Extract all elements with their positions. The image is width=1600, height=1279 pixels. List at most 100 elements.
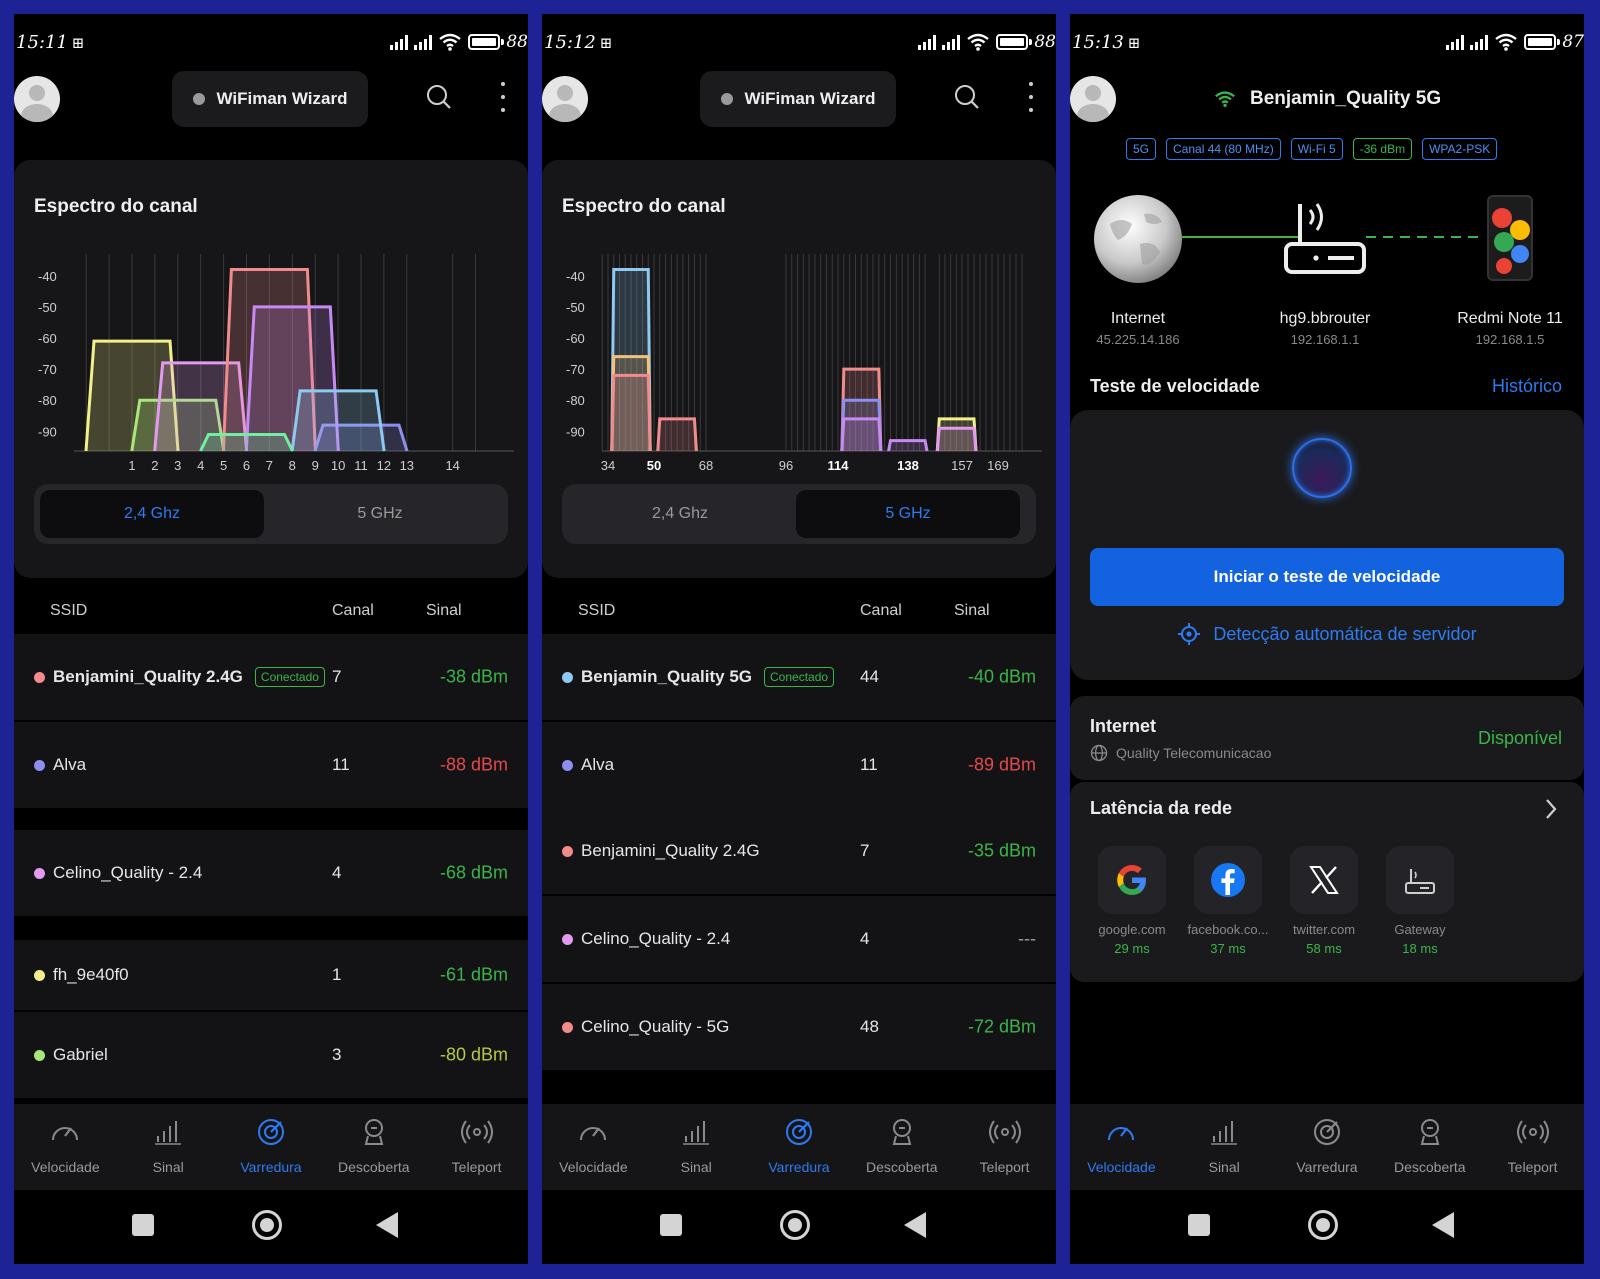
internet-status-card[interactable]: Internet Quality Telecomunicacao Disponí… [1070, 696, 1584, 780]
x-tick-label: 14 [445, 458, 459, 473]
nav-item-descoberta[interactable]: Descoberta [852, 1104, 952, 1190]
start-speed-test-button[interactable]: Iniciar o teste de velocidade [1090, 548, 1564, 606]
latency-item-google[interactable]: google.com 29 ms [1082, 846, 1182, 956]
network-row[interactable]: Benjamin_Quality 5G Conectado 44 -40 dBm [542, 634, 1056, 720]
nav-label: Varredura [768, 1159, 830, 1175]
nav-item-teleport[interactable]: Teleport [1483, 1104, 1583, 1190]
x-tick-label: 114 [828, 458, 850, 473]
phone-screen-speed: 15:13 ⊞ 87 Benjamin_Quality 5G 5G Canal 4… [1070, 14, 1584, 1264]
back-button[interactable] [1432, 1212, 1454, 1238]
network-ssid: fh_9e40f0 [53, 965, 129, 984]
nav-item-varredura[interactable]: Varredura [1277, 1104, 1377, 1190]
wifiman-wizard-button[interactable]: WiFiman Wizard [700, 71, 896, 127]
globe-icon [1094, 195, 1182, 283]
back-button[interactable] [904, 1212, 926, 1238]
network-ssid: Alva [53, 755, 87, 774]
network-row[interactable]: Alva 11 -89 dBm [542, 722, 1056, 808]
channel-spectrum-chart: -40 -50 -60 -70 -80 -90 34 50 68 96 114 138 157 169 [566, 254, 1042, 473]
network-row[interactable]: Benjamini_Quality 2.4G Conectado 7 -38 dBm [14, 634, 528, 720]
latency-ms: 37 ms [1210, 941, 1246, 956]
home-button[interactable] [780, 1210, 810, 1240]
network-row[interactable]: Celino_Quality - 2.4 4 --- [542, 896, 1056, 982]
latency-host: twitter.com [1292, 922, 1356, 937]
latency-item-twitter[interactable]: twitter.com 58 ms [1274, 846, 1374, 956]
avatar[interactable] [14, 76, 60, 122]
nav-item-velocidade[interactable]: Velocidade [15, 1104, 115, 1190]
latency-item-gateway[interactable]: Gateway 18 ms [1370, 846, 1470, 956]
home-button[interactable] [1308, 1210, 1338, 1240]
battery-icon [996, 34, 1033, 50]
more-options-icon[interactable] [1027, 82, 1035, 112]
network-header[interactable]: Benjamin_Quality 5G [1214, 88, 1441, 110]
latency-host: google.com [1098, 922, 1166, 937]
nav-item-teleport[interactable]: Teleport [955, 1104, 1055, 1190]
network-signal: -89 dBm [967, 754, 1036, 775]
y-tick-label: -80 [566, 393, 585, 408]
signal-bars-icon [942, 34, 961, 50]
network-signal: -61 dBm [439, 964, 508, 985]
tab-5ghz[interactable]: 5 GHz [796, 490, 1020, 538]
network-channel: 11 [860, 755, 878, 774]
recents-button[interactable] [660, 1214, 682, 1236]
radar-scan-icon [783, 1116, 815, 1151]
google-icon [1117, 865, 1146, 895]
spectrum-band [840, 417, 883, 452]
nav-item-descoberta[interactable]: Descoberta [1380, 1104, 1480, 1190]
isp-name: Quality Telecomunicacao [1116, 745, 1272, 761]
network-row[interactable]: Gabriel 3 -80 dBm [14, 1012, 528, 1098]
nav-item-sinal[interactable]: Sinal [1174, 1104, 1274, 1190]
avatar[interactable] [542, 76, 588, 122]
teleport-icon [1516, 1116, 1549, 1151]
tag-channel: Canal 44 (80 MHz) [1166, 138, 1281, 160]
nav-item-velocidade[interactable]: Velocidade [543, 1104, 643, 1190]
tab-24ghz[interactable]: 2,4 Ghz [568, 490, 792, 538]
crosshair-icon [1178, 623, 1201, 645]
network-signal: -38 dBm [439, 666, 508, 687]
nav-item-varredura[interactable]: Varredura [221, 1104, 321, 1190]
nav-item-velocidade[interactable]: Velocidade [1071, 1104, 1171, 1190]
wifi-icon [967, 33, 990, 51]
network-channel: 7 [332, 667, 342, 686]
nav-item-varredura[interactable]: Varredura [749, 1104, 849, 1190]
latency-item-facebook[interactable]: facebook.co... 37 ms [1178, 846, 1278, 956]
spectrum-band [887, 439, 929, 452]
nav-item-sinal[interactable]: Sinal [118, 1104, 218, 1190]
channel-spectrum-chart: -40-50-60-70-80-901 2 3 4 5 6 7 8 9 10 11 12 13 14 [38, 254, 514, 473]
back-button[interactable] [376, 1212, 398, 1238]
auto-server-detect[interactable]: Detecção automática de servidor [1070, 622, 1584, 646]
search-icon[interactable] [954, 84, 980, 110]
network-row[interactable]: Alva 11 -88 dBm [14, 722, 528, 808]
nav-item-teleport[interactable]: Teleport [427, 1104, 527, 1190]
status-bar: 15:12 ⊞ 88 [542, 32, 1056, 60]
nav-item-descoberta[interactable]: Descoberta [324, 1104, 424, 1190]
network-row[interactable]: Benjamini_Quality 2.4G 7 -35 dBm [542, 808, 1056, 894]
status-time: 15:13 [1072, 32, 1124, 53]
network-channel: 11 [332, 755, 350, 774]
wizard-label: WiFiman Wizard [216, 89, 348, 108]
more-options-icon[interactable] [499, 82, 507, 112]
bottom-nav: Velocidade Sinal Varredura Descoberta Telepo… [14, 1104, 528, 1190]
signal-bars-icon [680, 1116, 712, 1151]
signal-bars-icon [918, 34, 937, 50]
search-icon[interactable] [426, 84, 452, 110]
home-button[interactable] [252, 1210, 282, 1240]
network-row[interactable]: fh_9e40f0 1 -61 dBm [14, 940, 528, 1010]
recents-button[interactable] [1188, 1214, 1210, 1236]
network-row[interactable]: Celino_Quality - 5G 48 -72 dBm [542, 984, 1056, 1070]
recents-button[interactable] [132, 1214, 154, 1236]
wifiman-wizard-button[interactable]: WiFiman Wizard [172, 71, 368, 127]
chevron-right-icon[interactable] [1544, 798, 1558, 820]
wifi-icon [439, 33, 462, 51]
tab-24ghz[interactable]: 2,4 Ghz [40, 490, 264, 538]
network-ssid: Alva [581, 755, 615, 774]
nav-item-sinal[interactable]: Sinal [646, 1104, 746, 1190]
network-signal: --- [1018, 928, 1036, 949]
signal-bars-icon [152, 1116, 184, 1151]
avatar[interactable] [1070, 76, 1116, 122]
phone-screen-scan-5ghz: 15:12 ⊞ 88 WiFiman Wizard Espectro do can… [542, 14, 1056, 1264]
x-tick-label: 3 [174, 458, 181, 473]
history-link[interactable]: Histórico [1492, 376, 1562, 397]
network-row[interactable]: Celino_Quality - 2.4 4 -68 dBm [14, 830, 528, 916]
tab-5ghz[interactable]: 5 GHz [268, 490, 492, 538]
signal-bars-icon [390, 34, 409, 50]
